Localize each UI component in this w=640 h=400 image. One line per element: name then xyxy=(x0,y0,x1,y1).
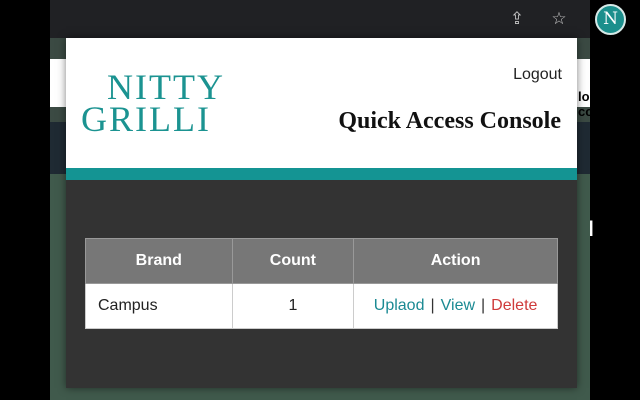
logout-link[interactable]: Logout xyxy=(513,66,562,84)
action-separator: | xyxy=(481,297,486,314)
count-cell: 1 xyxy=(231,283,355,329)
browser-toolbar: ⇪ ☆ N xyxy=(50,0,626,38)
background-text-line: lo xyxy=(578,89,590,104)
share-icon[interactable]: ⇪ xyxy=(507,9,527,29)
action-cell: Uplaod | View | Delete xyxy=(353,283,558,329)
background-text-fragment: lo co xyxy=(578,89,593,119)
column-header-brand: Brand xyxy=(85,238,233,284)
extension-icon[interactable]: N xyxy=(595,4,626,35)
brand-cell: Campus xyxy=(85,283,233,329)
action-separator: | xyxy=(430,297,435,314)
logo-line-bottom: GRILLI xyxy=(81,99,211,139)
column-header-count: Count xyxy=(231,238,355,284)
view-link[interactable]: View xyxy=(441,297,475,314)
accent-bar xyxy=(66,168,577,180)
table-header-row: Brand Count Action xyxy=(85,238,558,284)
upload-link[interactable]: Uplaod xyxy=(374,297,425,314)
background-text-line: co xyxy=(578,104,594,119)
delete-link[interactable]: Delete xyxy=(491,297,537,314)
popup-header: NITTY GRILLI Logout Quick Access Console xyxy=(66,38,577,168)
table-row: Campus 1 Uplaod | View | Delete xyxy=(85,283,558,329)
extension-popup: NITTY GRILLI Logout Quick Access Console… xyxy=(66,38,577,388)
page-title: Quick Access Console xyxy=(338,108,561,134)
brands-table: Brand Count Action Campus 1 Uplaod | View |… xyxy=(85,238,558,329)
brands-table-container: Brand Count Action Campus 1 Uplaod | View |… xyxy=(85,238,558,329)
brand-logo: NITTY GRILLI xyxy=(81,69,231,139)
column-header-action: Action xyxy=(353,238,558,284)
bookmark-star-icon[interactable]: ☆ xyxy=(549,9,569,29)
